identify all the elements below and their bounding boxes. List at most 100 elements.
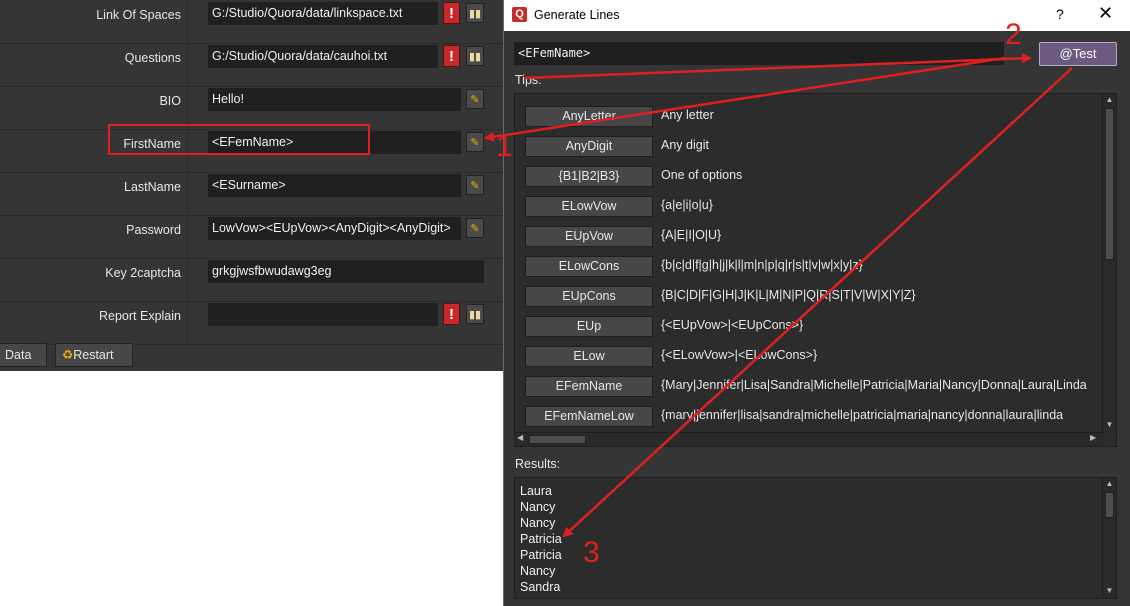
field-label: Report Explain [0,301,188,344]
close-button[interactable]: ✕ [1098,3,1113,24]
browse-file-button[interactable]: ▮▮ [466,304,484,324]
at-icon: @ [1059,46,1073,61]
tip-item: {B1|B2|B3} One of options [525,166,1095,190]
test-button[interactable]: @Test [1039,42,1117,66]
scroll-left-arrow-icon[interactable]: ◀ [517,433,523,442]
restart-button[interactable]: ♻Restart [55,343,133,367]
key-2captcha-input[interactable]: grkgjwsfbwudawg3eg [208,260,484,283]
title-bar: Q Generate Lines ? ✕ [504,0,1130,31]
book-icon: ▮▮ [468,308,482,321]
row-questions: Questions G:/Studio/Quora/data/cauhoi.tx… [0,43,503,87]
edit-button[interactable]: ✎ [466,218,484,238]
scroll-up-arrow-icon[interactable]: ▲ [1103,95,1116,104]
row-password: Password LowVow><EUpVow><AnyDigit><AnyDi… [0,215,503,259]
tip-description: {B|C|D|F|G|H|J|K|L|M|N|P|Q|R|S|T|V|W|X|Y… [661,288,916,302]
field-label: Password [0,215,188,258]
lastname-input[interactable]: <ESurname> [208,174,461,197]
field-label: Questions [0,43,188,86]
results-label: Results: [515,457,561,471]
tips-horizontal-scrollbar[interactable]: ◀ ▶ [515,432,1103,446]
tip-button-eupcons[interactable]: EUpCons [525,286,653,307]
data-button[interactable]: Data [0,343,47,367]
tip-description: {b|c|d|f|g|h|j|k|l|m|n|p|q|r|s|t|v|w|x|y… [661,258,863,272]
book-icon: ▮▮ [468,7,482,20]
tip-description: {<EUpVow>|<EUpCons>} [661,318,804,332]
generate-lines-dialog: Q Generate Lines ? ✕ <EFemName> @Test Ti… [503,0,1130,606]
edit-button[interactable]: ✎ [466,175,484,195]
dialog-title: Generate Lines [534,8,620,22]
tip-description: {<ELowVow>|<ELowCons>} [661,348,818,362]
report-explain-input[interactable] [208,303,438,326]
tip-item: EFemName {Mary|Jennifer|Lisa|Sandra|Miche… [525,376,1095,400]
tip-description: {a|e|i|o|u} [661,198,713,212]
edit-button[interactable]: ✎ [466,132,484,152]
tips-label: Tips: [515,73,542,87]
scroll-thumb[interactable] [1105,108,1114,260]
browse-file-button[interactable]: ▮▮ [466,46,484,66]
annotation-number-3: 3 [583,536,600,569]
annotation-number-2: 2 [1005,18,1022,51]
result-item: Nancy [520,516,556,530]
tips-vertical-scrollbar[interactable]: ▲ ▼ [1102,94,1116,432]
result-item: Patricia [520,532,562,546]
pencil-icon: ✎ [470,222,480,235]
book-icon: ▮▮ [468,50,482,63]
tip-item: EUpCons {B|C|D|F|G|H|J|K|L|M|N|P|Q|R|S|T|… [525,286,1095,310]
result-item: Patricia [520,548,562,562]
tip-button-elowcons[interactable]: ELowCons [525,256,653,277]
link-of-spaces-input[interactable]: G:/Studio/Quora/data/linkspace.txt [208,2,438,25]
tip-button-efemname[interactable]: EFemName [525,376,653,397]
scroll-up-arrow-icon[interactable]: ▲ [1103,479,1116,488]
scroll-down-arrow-icon[interactable]: ▼ [1103,420,1116,429]
field-label: BIO [0,86,188,129]
password-input[interactable]: LowVow><EUpVow><AnyDigit><AnyDigit> [208,217,461,240]
restart-label: Restart [73,348,114,362]
pencil-icon: ✎ [470,179,480,192]
tip-button-efemnamelow[interactable]: EFemNameLow [525,406,653,427]
test-label: Test [1072,46,1097,61]
result-item: Sandra [520,580,561,594]
scroll-down-arrow-icon[interactable]: ▼ [1103,586,1116,595]
restart-icon: ♻ [62,348,74,362]
result-item: Nancy [520,564,556,578]
help-button[interactable]: ? [1056,6,1064,22]
warning-icon: ! [443,303,460,325]
questions-input[interactable]: G:/Studio/Quora/data/cauhoi.txt [208,45,438,68]
field-label: LastName [0,172,188,215]
field-label: Link Of Spaces [0,0,188,43]
tip-button-options[interactable]: {B1|B2|B3} [525,166,653,187]
warning-icon: ! [443,45,460,67]
results-vertical-scrollbar[interactable]: ▲ ▼ [1102,478,1116,598]
highlight-box [108,124,370,155]
tip-button-anydigit[interactable]: AnyDigit [525,136,653,157]
tip-description: {mary|jennifer|lisa|sandra|michelle|patr… [661,408,1064,422]
scroll-thumb[interactable] [1105,492,1114,518]
tip-item: AnyDigit Any digit [525,136,1095,160]
tip-description: Any letter [661,108,714,122]
field-label: Key 2captcha [0,258,188,301]
pattern-input[interactable]: <EFemName> [514,42,1004,65]
bio-input[interactable]: Hello! [208,88,461,111]
tip-button-eup[interactable]: EUp [525,316,653,337]
tip-item: EFemNameLow {mary|jennifer|lisa|sandra|mi… [525,406,1095,430]
pencil-icon: ✎ [470,93,480,106]
tip-button-anyletter[interactable]: AnyLetter [525,106,653,127]
tip-button-elow[interactable]: ELow [525,346,653,367]
tip-description: One of options [661,168,743,182]
tip-item: AnyLetter Any letter [525,106,1095,130]
tip-button-elowvow[interactable]: ELowVow [525,196,653,217]
scroll-thumb[interactable] [529,435,586,444]
pencil-icon: ✎ [470,136,480,149]
results-list[interactable]: Laura Nancy Nancy Patricia Patricia Nanc… [514,477,1117,599]
browse-file-button[interactable]: ▮▮ [466,3,484,23]
tip-description: {A|E|I|O|U} [661,228,722,242]
tip-item: ELow {<ELowVow>|<ELowCons>} [525,346,1095,370]
result-item: Nancy [520,500,556,514]
tip-item: EUp {<EUpVow>|<EUpCons>} [525,316,1095,340]
result-item: Laura [520,484,552,498]
tip-item: EUpVow {A|E|I|O|U} [525,226,1095,250]
tip-description: {Mary|Jennifer|Lisa|Sandra|Michelle|Patr… [661,378,1087,392]
scroll-right-arrow-icon[interactable]: ▶ [1090,433,1096,442]
edit-button[interactable]: ✎ [466,89,484,109]
tip-button-eupvow[interactable]: EUpVow [525,226,653,247]
